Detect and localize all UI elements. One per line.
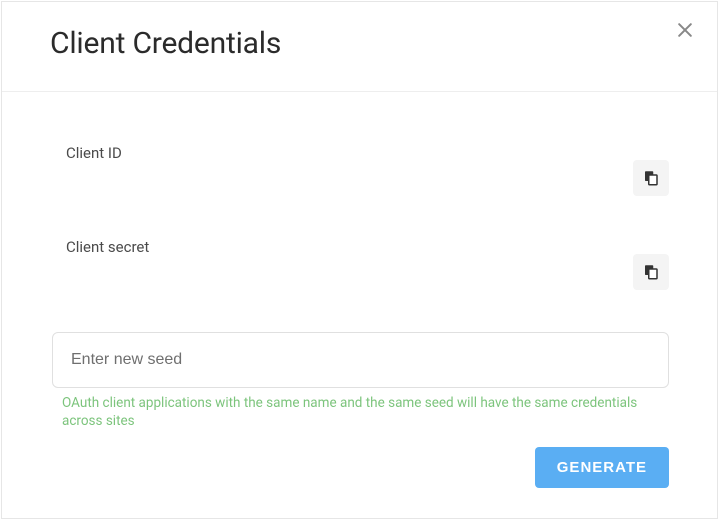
client-id-label: Client ID <box>66 144 122 162</box>
modal-body: Client ID Client secret OAuth client app… <box>2 92 717 450</box>
copy-icon <box>642 169 660 187</box>
generate-button[interactable]: GENERATE <box>535 447 669 488</box>
modal-title: Client Credentials <box>50 26 669 61</box>
client-id-row: Client ID <box>66 144 669 196</box>
seed-section: OAuth client applications with the same … <box>66 332 669 430</box>
modal-header: Client Credentials <box>2 2 717 92</box>
client-secret-label: Client secret <box>66 238 149 256</box>
seed-input[interactable] <box>52 332 669 388</box>
copy-client-secret-button[interactable] <box>633 254 669 290</box>
close-button[interactable] <box>671 16 699 44</box>
seed-hint: OAuth client applications with the same … <box>62 394 662 430</box>
close-icon <box>675 20 695 40</box>
modal-footer: GENERATE <box>535 447 669 488</box>
copy-icon <box>642 263 660 281</box>
copy-client-id-button[interactable] <box>633 160 669 196</box>
client-secret-row: Client secret <box>66 238 669 290</box>
client-credentials-modal: Client Credentials Client ID Client secr… <box>1 1 718 519</box>
